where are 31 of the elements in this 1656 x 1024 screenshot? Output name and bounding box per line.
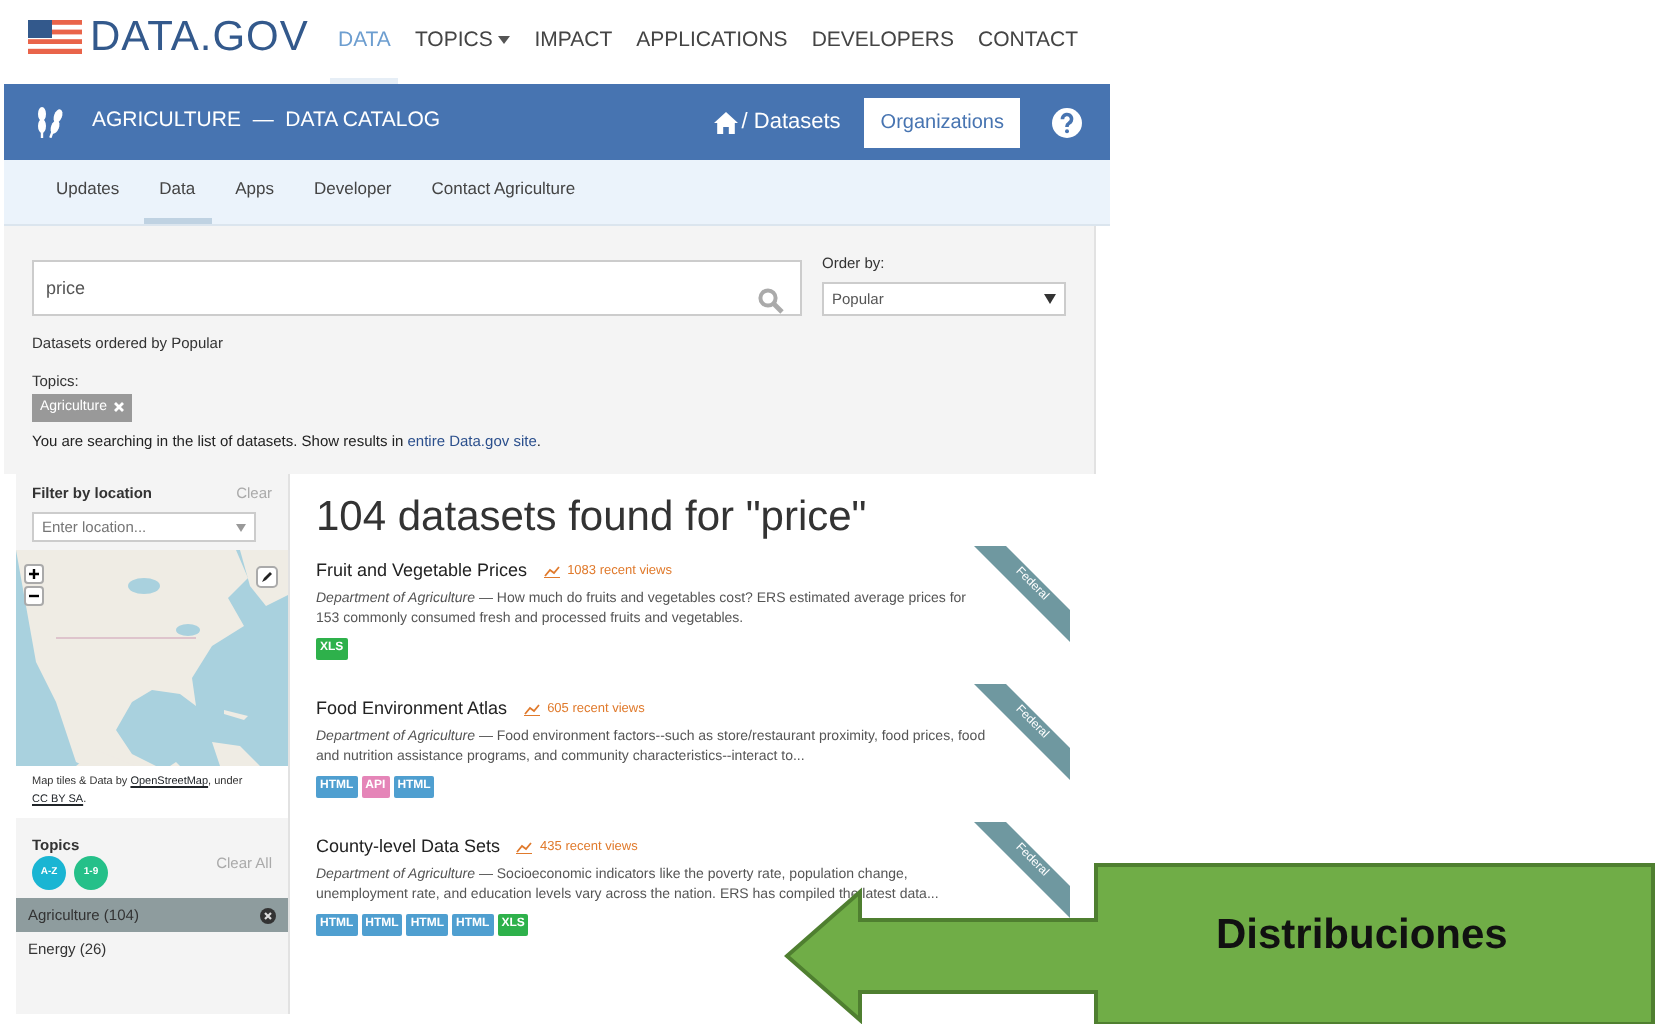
section-tab[interactable]: Contact Agriculture	[415, 156, 592, 224]
flag-icon	[28, 20, 82, 54]
search-field[interactable]: price	[32, 260, 802, 316]
logo-text[interactable]: DATA.GOV	[90, 16, 309, 58]
nav-link[interactable]: DEVELOPERS	[803, 0, 963, 84]
home-icon[interactable]	[713, 111, 738, 133]
nav-link[interactable]: TOPICS	[406, 0, 519, 84]
chart-icon	[516, 841, 533, 854]
remove-icon[interactable]	[260, 907, 276, 924]
catalog-title: AGRICULTURE — DATA CATALOG	[92, 106, 441, 137]
zoom-in-icon[interactable]	[24, 564, 44, 585]
nav-link[interactable]: APPLICATIONS	[628, 0, 796, 84]
dataset-title[interactable]: Fruit and Vegetable Prices	[316, 558, 528, 586]
dataset-title[interactable]: Food Environment Atlas	[316, 696, 508, 724]
section-tab[interactable]: Developer	[298, 156, 408, 224]
breadcrumb-link[interactable]: / Datasets	[741, 105, 841, 139]
pencil-icon[interactable]	[256, 566, 278, 589]
section-tab[interactable]: Updates	[40, 156, 136, 224]
callout-text: Distribuciones	[1216, 910, 1508, 962]
dataset-title[interactable]: County-level Data Sets	[316, 834, 501, 862]
chart-icon	[543, 565, 560, 578]
help-icon[interactable]	[1052, 107, 1082, 137]
section-tab[interactable]: Apps	[219, 156, 291, 224]
nav-link[interactable]: CONTACT	[970, 0, 1086, 84]
organizations-button[interactable]: Organizations	[864, 97, 1020, 147]
caret-icon	[236, 524, 246, 533]
nav-link[interactable]: IMPACT	[526, 0, 621, 84]
results-heading: 104 datasets found for "price"	[316, 494, 869, 541]
caret-icon	[1044, 294, 1056, 305]
chart-icon	[523, 703, 540, 716]
zoom-out-icon[interactable]	[24, 586, 44, 607]
